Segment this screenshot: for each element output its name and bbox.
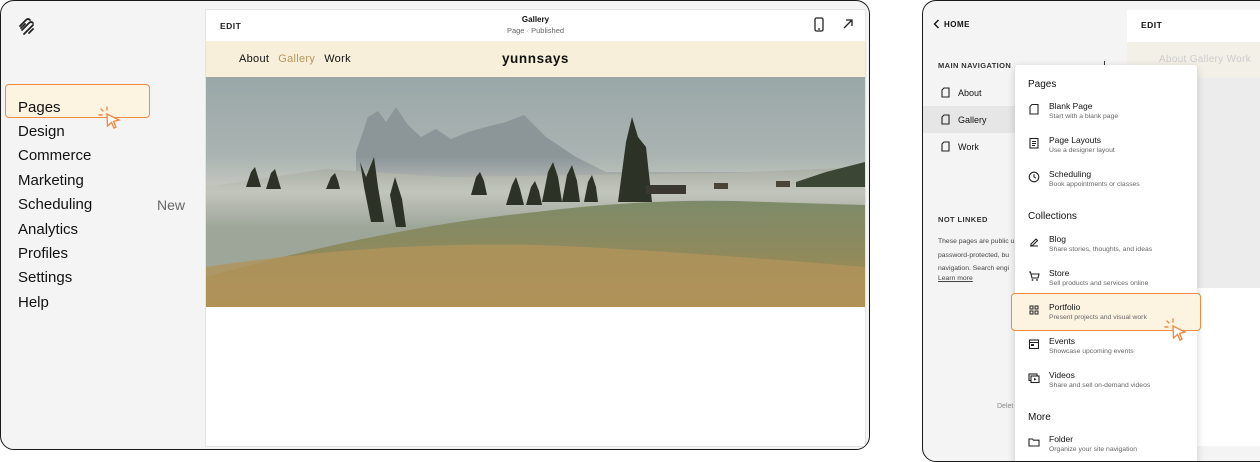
preview-toolbar: EDIT Gallery Page · Published (206, 10, 865, 41)
menu-item-title: Portfolio (1049, 302, 1081, 312)
menu-item-title: Events (1049, 336, 1075, 346)
menu-item-desc: Present projects and visual work (1049, 314, 1147, 321)
hero-image (206, 77, 865, 307)
nav-item-marketing[interactable]: Marketing (18, 168, 193, 192)
menu-item-store[interactable]: Store Sell products and services online (1028, 268, 1188, 298)
menu-item-title: Scheduling (1049, 169, 1092, 179)
description-line: password-protected, bu (938, 251, 1010, 259)
description-line: navigation. Search engi (938, 265, 1010, 272)
site-preview: EDIT Gallery Page · Published About Gall… (206, 10, 865, 446)
nav-item-commerce[interactable]: Commerce (18, 144, 193, 168)
blank-page-icon (1029, 103, 1039, 115)
menu-item-blank-page[interactable]: Blank Page Start with a blank page (1028, 101, 1188, 131)
menu-item-desc: Share stories, thoughts, and ideas (1049, 246, 1153, 253)
menu-section-more: More (1028, 412, 1051, 423)
page-label: Work (958, 141, 979, 152)
nav-label: Marketing (18, 171, 84, 189)
grid-icon (1029, 305, 1039, 315)
menu-item-desc: Use a designer layout (1049, 147, 1115, 154)
nav-item-settings[interactable]: Settings (18, 266, 193, 290)
new-badge: New (156, 196, 185, 213)
nav-item-analytics[interactable]: Analytics (18, 217, 193, 241)
nav-label: Scheduling (18, 196, 93, 214)
site-header: About Gallery Work yunnsays (206, 41, 865, 77)
click-cursor-icon (98, 106, 121, 129)
description-line: These pages are public u (938, 238, 1015, 245)
menu-item-desc: Sell products and services online (1049, 280, 1149, 287)
folder-icon (1028, 438, 1040, 447)
menu-item-desc: Book appointments or classes (1049, 181, 1140, 188)
not-linked-heading: NOT LINKED (938, 215, 988, 224)
edit-button[interactable]: EDIT (1141, 20, 1162, 30)
page-status: Page · Published (506, 26, 565, 35)
menu-item-page-layouts[interactable]: Page Layouts Use a designer layout (1028, 135, 1188, 165)
expand-arrow-icon[interactable] (841, 17, 855, 31)
main-navigation-heading: MAIN NAVIGATION (938, 61, 1012, 70)
blog-icon (1030, 238, 1039, 247)
cart-icon (1029, 271, 1040, 281)
mobile-view-icon[interactable] (813, 17, 825, 33)
menu-item-desc: Start with a blank page (1049, 113, 1119, 120)
menu-item-title: Blank Page (1049, 101, 1093, 111)
add-page-menu: Pages Blank Page Start with a blank page … (1011, 65, 1201, 461)
nav-label: Help (18, 293, 49, 311)
menu-item-title: Blog (1049, 234, 1067, 244)
nav-label: Design (18, 123, 65, 141)
clock-icon (1028, 171, 1040, 183)
menu-item-folder[interactable]: Folder Organize your site navigation (1028, 434, 1188, 461)
deleted-pages-link[interactable]: Delet (997, 403, 1013, 410)
page-icon (941, 141, 950, 152)
nav-label: Settings (18, 269, 73, 287)
back-home-button[interactable]: HOME (933, 19, 970, 29)
learn-more-link[interactable]: Learn more (938, 275, 973, 282)
back-label: HOME (944, 19, 970, 29)
menu-item-title: Store (1049, 268, 1070, 278)
site-nav-faded: About Gallery Work (1159, 54, 1251, 65)
click-cursor-icon (1164, 318, 1187, 341)
menu-item-desc: Showcase upcoming events (1049, 348, 1134, 355)
nav-item-scheduling[interactable]: Scheduling New (18, 193, 193, 217)
nav-label: Analytics (18, 220, 79, 238)
menu-section-collections: Collections (1028, 211, 1077, 222)
page-layouts-icon (1029, 137, 1039, 149)
menu-item-title: Page Layouts (1049, 135, 1101, 145)
menu-item-desc: Organize your site navigation (1049, 446, 1138, 453)
nav-label: Commerce (18, 147, 92, 165)
squarespace-logo-icon[interactable] (17, 17, 37, 37)
nav-item-profiles[interactable]: Profiles (18, 241, 193, 265)
site-title[interactable]: yunnsays (206, 51, 865, 66)
menu-item-title: Folder (1049, 434, 1074, 444)
left-window: Pages Design Commerce Marketing Scheduli… (0, 0, 870, 450)
nav-label: Pages (18, 98, 61, 116)
menu-item-title: Videos (1049, 370, 1075, 380)
menu-item-videos[interactable]: Videos Share and sell on-demand videos (1028, 370, 1188, 400)
page-icon (941, 87, 950, 98)
menu-item-desc: Share and sell on-demand videos (1049, 382, 1151, 389)
nav-item-help[interactable]: Help (18, 290, 193, 314)
menu-item-scheduling[interactable]: Scheduling Book appointments or classes (1028, 169, 1188, 199)
page-label: Gallery (958, 114, 987, 125)
page-label: About (958, 87, 982, 98)
nav-label: Profiles (18, 245, 69, 263)
right-window: HOME MAIN NAVIGATION About Gallery Work … (922, 0, 1260, 462)
menu-section-pages: Pages (1028, 79, 1057, 90)
calendar-icon (1028, 339, 1040, 350)
not-linked-description: These pages are public u password-protec… (938, 235, 1018, 276)
video-icon (1028, 373, 1040, 384)
menu-item-blog[interactable]: Blog Share stories, thoughts, and ideas (1028, 234, 1188, 264)
chevron-left-icon (933, 19, 939, 29)
page-title: Gallery (521, 15, 550, 24)
page-icon (941, 114, 950, 125)
